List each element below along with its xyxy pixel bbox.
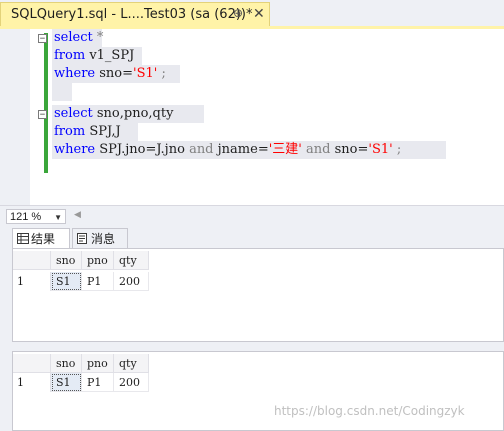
zoom-select[interactable]: 121 % ▼ [6, 209, 66, 224]
change-bar [44, 33, 48, 173]
grid-cell[interactable]: P1 [82, 373, 114, 392]
code-line-3: where sno='S1' ; [54, 66, 166, 81]
code-line-6: from SPJ,J [54, 124, 121, 139]
grid-corner [13, 251, 51, 270]
grid-cell[interactable]: 200 [114, 272, 149, 291]
tab-results-label: 结果 [31, 232, 56, 246]
column-header[interactable]: pno [82, 354, 114, 373]
grid-cell[interactable]: 200 [114, 373, 149, 392]
selection-highlight [52, 83, 72, 101]
query-tab-title: SQLQuery1.sql - L....Test03 (sa (62))* [11, 7, 253, 22]
scroll-left-icon[interactable]: ◀ [74, 209, 81, 220]
collapse-icon[interactable]: − [38, 110, 47, 120]
message-icon [77, 233, 87, 244]
results-grid-1[interactable]: sno pno qty 1 S1 P1 200 [12, 248, 504, 342]
pin-icon[interactable]: ⊕ [233, 6, 243, 20]
column-header[interactable]: qty [114, 354, 149, 373]
query-tab[interactable]: SQLQuery1.sql - L....Test03 (sa (62))* ⊕… [0, 2, 270, 26]
zoom-bar: 121 % ▼ ◀ [0, 205, 504, 226]
column-header[interactable]: qty [114, 251, 149, 270]
watermark: https://blog.csdn.net/Codingzyk [274, 404, 465, 418]
code-line-7: where SPJ.jno=J.jno and jname='三建' and s… [54, 142, 402, 157]
collapse-icon[interactable]: − [38, 34, 47, 44]
code-line-2: from v1_SPJ [54, 48, 135, 63]
grid-corner [13, 354, 51, 373]
tab-results[interactable]: 结果 [12, 228, 70, 248]
grid-cell[interactable]: S1 [51, 373, 82, 392]
row-number[interactable]: 1 [13, 373, 51, 392]
sql-editor[interactable]: − − select * from v1_SPJ where sno='S1' … [0, 29, 504, 205]
grid-splitter[interactable] [12, 342, 504, 351]
close-icon[interactable]: ✕ [253, 5, 265, 22]
results-tab-strip: 结果 消息 [0, 226, 504, 248]
column-header[interactable]: pno [82, 251, 114, 270]
results-grid-2[interactable]: sno pno qty 1 S1 P1 200 [12, 351, 504, 431]
document-tab-bar: SQLQuery1.sql - L....Test03 (sa (62))* ⊕… [0, 0, 504, 30]
zoom-value: 121 % [10, 211, 42, 223]
tab-messages[interactable]: 消息 [72, 228, 128, 248]
grid-icon [17, 233, 29, 244]
column-header[interactable]: sno [51, 251, 82, 270]
row-number[interactable]: 1 [13, 272, 51, 291]
code-line-1: select * [54, 30, 104, 45]
tab-messages-label: 消息 [91, 232, 116, 246]
dropdown-arrow-icon: ▼ [54, 213, 62, 222]
column-header[interactable]: sno [51, 354, 82, 373]
code-line-5: select sno,pno,qty [54, 106, 174, 121]
grid-cell[interactable]: P1 [82, 272, 114, 291]
grid-cell[interactable]: S1 [51, 272, 82, 291]
editor-margin [0, 29, 30, 205]
